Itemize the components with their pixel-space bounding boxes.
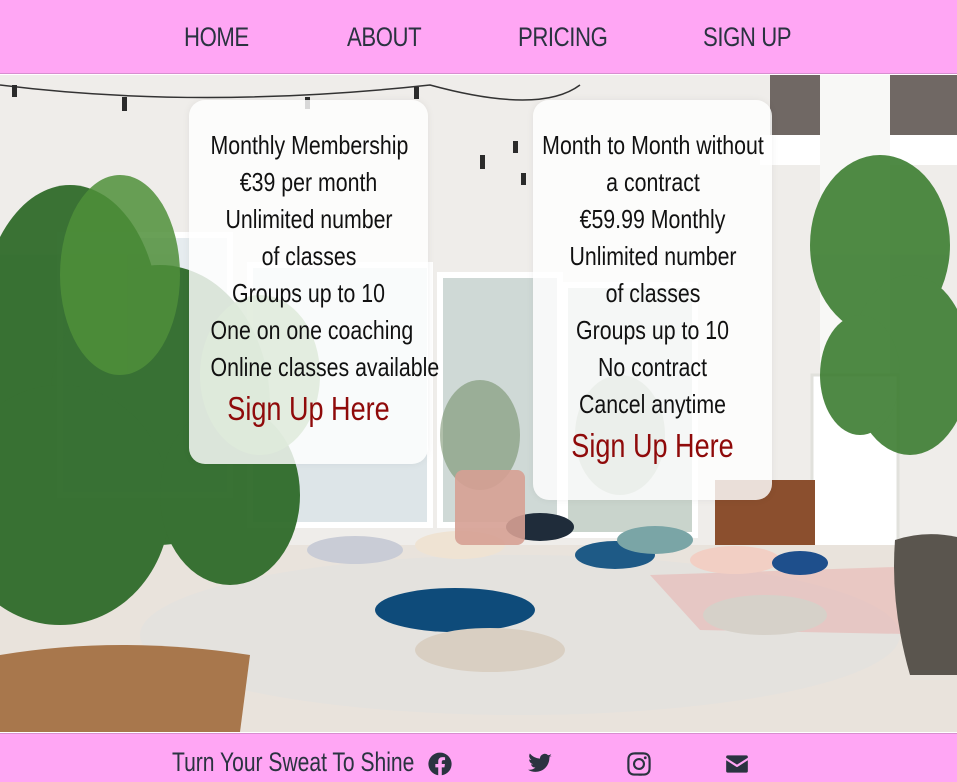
signup-here-link[interactable]: Sign Up Here xyxy=(211,388,407,430)
nav-link-about[interactable]: ABOUT xyxy=(347,22,422,53)
nav-link-home[interactable]: HOME xyxy=(184,22,249,53)
signup-here-link[interactable]: Sign Up Here xyxy=(555,425,751,467)
card-price: €59.99 Monthly xyxy=(579,204,726,234)
facebook-icon[interactable] xyxy=(426,750,454,778)
card-price: €39 per month xyxy=(239,167,378,197)
main-navbar: HOME ABOUT PRICING SIGN UP xyxy=(0,0,957,74)
yoga-studio-background-image xyxy=(0,75,957,732)
card-feature: Groups up to 10 xyxy=(232,278,385,308)
card-title: Month to Month without a contract xyxy=(542,130,764,197)
card-feature: Unlimited number of classes xyxy=(568,241,737,308)
pricing-card-monthly: Monthly Membership €39 per month Unlimit… xyxy=(189,100,440,464)
nav-link-pricing[interactable]: PRICING xyxy=(518,22,608,53)
card-feature: No contract xyxy=(597,352,708,382)
card-feature: Groups up to 10 xyxy=(576,315,729,345)
instagram-icon[interactable] xyxy=(625,750,653,778)
card-feature: Unlimited number of classes xyxy=(224,204,393,271)
card-title: Monthly Membership xyxy=(210,130,409,160)
pricing-card-month-to-month: Month to Month without a contract €59.99… xyxy=(533,100,772,500)
twitter-icon[interactable] xyxy=(526,750,554,778)
envelope-icon[interactable] xyxy=(723,750,751,778)
hero-section: Monthly Membership €39 per month Unlimit… xyxy=(0,75,957,732)
footer-tagline: Turn Your Sweat To Shine xyxy=(172,747,415,777)
card-feature: Online classes available xyxy=(210,352,440,382)
footer: Turn Your Sweat To Shine xyxy=(0,733,957,782)
card-feature: One on one coaching xyxy=(210,315,414,345)
nav-link-signup[interactable]: SIGN UP xyxy=(703,22,792,53)
card-feature: Cancel anytime xyxy=(579,389,726,419)
